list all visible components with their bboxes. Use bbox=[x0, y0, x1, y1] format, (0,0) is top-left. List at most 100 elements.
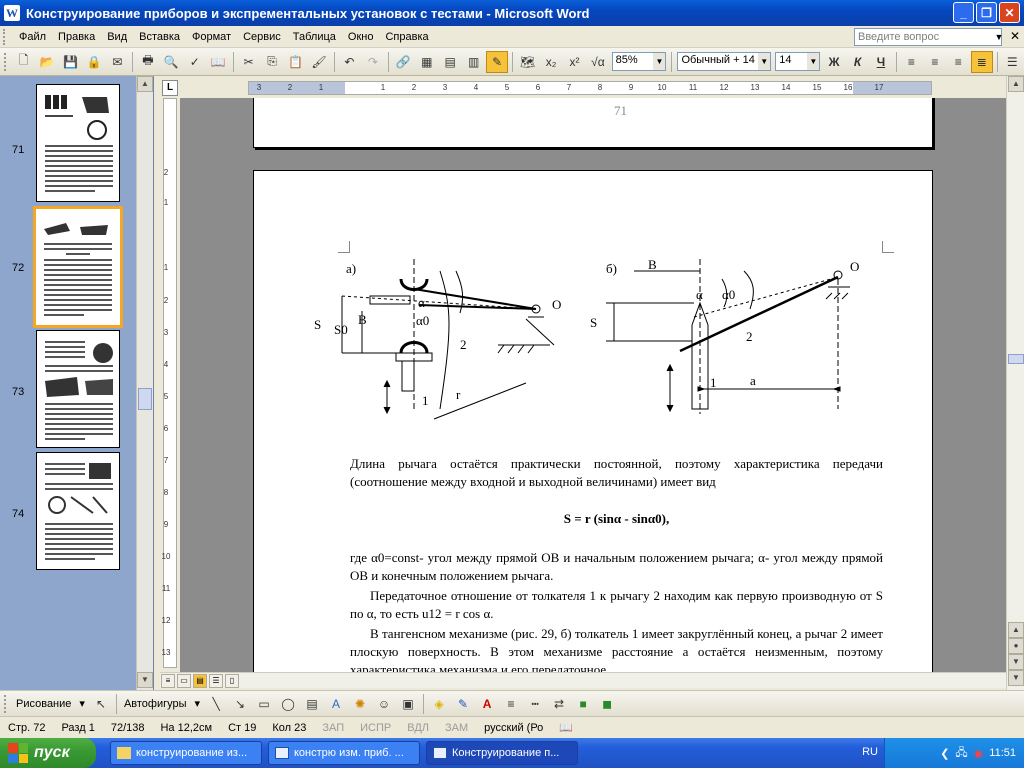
close-button[interactable]: ✕ bbox=[999, 2, 1020, 23]
thumbnail-page[interactable] bbox=[36, 84, 120, 202]
thumbnail-page-selected[interactable] bbox=[33, 206, 123, 328]
normal-view-icon[interactable]: ≡ bbox=[161, 674, 175, 688]
paragraph[interactable]: Длина рычага остаётся практически постоя… bbox=[350, 455, 883, 491]
clipart-icon[interactable]: ☺ bbox=[373, 693, 395, 715]
menu-view[interactable]: Вид bbox=[101, 28, 133, 46]
thumbnail-scrollbar[interactable]: ▲ ▼ bbox=[136, 76, 153, 690]
horizontal-scrollbar[interactable]: ≡ ▭ ▤ ☰ ▯ bbox=[160, 672, 1006, 688]
bullets-icon[interactable]: ☰ bbox=[1001, 51, 1022, 73]
redo-icon[interactable]: ↷ bbox=[362, 51, 383, 73]
scroll-up-icon[interactable]: ▲ bbox=[137, 76, 153, 92]
scroll-down-icon[interactable]: ▼ bbox=[137, 672, 153, 688]
status-overtype[interactable]: ЗАМ bbox=[437, 722, 476, 734]
spelling-icon[interactable]: ✓ bbox=[184, 51, 205, 73]
document-map-icon[interactable]: 🗺 bbox=[517, 51, 538, 73]
print-layout-icon[interactable]: ▤ bbox=[193, 674, 207, 688]
arrow-icon[interactable]: ↘ bbox=[229, 693, 251, 715]
scroll-up-icon[interactable]: ▲ bbox=[1008, 76, 1024, 92]
format-painter-icon[interactable]: 🖌 bbox=[308, 51, 329, 73]
underline-button[interactable]: Ч bbox=[870, 51, 891, 73]
undo-icon[interactable]: ↶ bbox=[339, 51, 360, 73]
superscript-icon[interactable]: x² bbox=[564, 51, 585, 73]
paragraph[interactable]: В тангенсном механизме (рис. 29, б) толк… bbox=[350, 625, 883, 672]
zoom-select[interactable]: 85% ▼ bbox=[611, 52, 667, 71]
align-right-icon[interactable]: ≡ bbox=[948, 51, 969, 73]
antivirus-icon[interactable]: ◉ bbox=[974, 747, 984, 760]
restore-button[interactable]: ❐ bbox=[976, 2, 997, 23]
clock[interactable]: 11:51 bbox=[989, 747, 1016, 759]
ask-dropdown-icon[interactable]: ▼ bbox=[994, 28, 1004, 46]
save-icon[interactable]: 💾 bbox=[60, 51, 81, 73]
menu-table[interactable]: Таблица bbox=[287, 28, 342, 46]
taskbar-item[interactable]: конструирование из... bbox=[110, 741, 262, 765]
reading-view-icon[interactable]: ▯ bbox=[225, 674, 239, 688]
ask-question-input[interactable]: Введите вопрос bbox=[854, 28, 1002, 46]
tab-selector-icon[interactable]: L bbox=[162, 80, 178, 96]
columns-icon[interactable]: ▥ bbox=[463, 51, 484, 73]
tray-arrow-icon[interactable]: ❮ bbox=[940, 747, 949, 760]
menu-edit[interactable]: Правка bbox=[52, 28, 101, 46]
shadow-icon[interactable]: ■ bbox=[572, 693, 594, 715]
rectangle-icon[interactable]: ▭ bbox=[253, 693, 275, 715]
scroll-thumb[interactable] bbox=[1008, 354, 1024, 364]
align-left-icon[interactable]: ≡ bbox=[901, 51, 922, 73]
chevron-down-icon[interactable]: ▾ bbox=[191, 697, 205, 710]
justify-icon[interactable]: ≣ bbox=[971, 50, 993, 73]
paragraph[interactable]: где α0=const- угол между прямой ОВ и нач… bbox=[350, 549, 883, 585]
word-app-icon[interactable]: W bbox=[4, 5, 20, 21]
taskbar-item[interactable]: констрю изм. приб. ... bbox=[268, 741, 420, 765]
chevron-down-icon[interactable]: ▾ bbox=[75, 697, 89, 710]
outline-view-icon[interactable]: ☰ bbox=[209, 674, 223, 688]
style-select[interactable]: Обычный + 14 г ▼ bbox=[677, 52, 772, 71]
line-style-icon[interactable]: ≡ bbox=[500, 693, 522, 715]
paragraph[interactable]: Передаточное отношение от толкателя 1 к … bbox=[350, 587, 883, 623]
minimize-button[interactable]: _ bbox=[953, 2, 974, 23]
equation-icon[interactable]: √α bbox=[587, 51, 608, 73]
email-icon[interactable]: ✉ bbox=[107, 51, 128, 73]
next-page-icon[interactable]: ▼ bbox=[1008, 654, 1024, 670]
scroll-thumb[interactable] bbox=[138, 388, 152, 410]
subscript-icon[interactable]: x₂ bbox=[540, 51, 561, 73]
status-track-changes[interactable]: ИСПР bbox=[352, 722, 399, 734]
textbox-icon[interactable]: ▤ bbox=[301, 693, 323, 715]
print-preview-icon[interactable]: 🔍 bbox=[161, 51, 182, 73]
menu-insert[interactable]: Вставка bbox=[133, 28, 186, 46]
start-button[interactable]: пуск bbox=[0, 738, 96, 768]
thumbnail-page[interactable] bbox=[36, 452, 120, 570]
menu-tools[interactable]: Сервис bbox=[237, 28, 287, 46]
status-record[interactable]: ЗАП bbox=[314, 722, 352, 734]
network-icon[interactable]: 🖧 bbox=[955, 744, 967, 763]
spelling-status-icon[interactable]: 📖 bbox=[551, 721, 581, 734]
arrow-style-icon[interactable]: ⇄ bbox=[548, 693, 570, 715]
hyperlink-icon[interactable]: 🔗 bbox=[393, 51, 414, 73]
toolbar-grip[interactable] bbox=[4, 52, 10, 71]
table-icon[interactable]: ▦ bbox=[416, 51, 437, 73]
picture-icon[interactable]: ▣ bbox=[397, 693, 419, 715]
3d-icon[interactable]: ◼ bbox=[596, 693, 618, 715]
wordart-icon[interactable]: A bbox=[325, 693, 347, 715]
prev-page-icon[interactable]: ▲ bbox=[1008, 622, 1024, 638]
thumbnail-page[interactable] bbox=[36, 330, 120, 448]
menu-help[interactable]: Справка bbox=[379, 28, 434, 46]
menu-grip[interactable] bbox=[3, 28, 11, 45]
vertical-ruler[interactable]: 2 1 1 2 3 4 5 6 7 8 9 10 11 12 13 bbox=[160, 98, 180, 668]
open-icon[interactable]: 📂 bbox=[36, 51, 57, 73]
status-extend[interactable]: ВДЛ bbox=[399, 722, 437, 734]
oval-icon[interactable]: ◯ bbox=[277, 693, 299, 715]
current-page[interactable]: а) б) S S0 B α α0 2 r 1 O B O α α0 S 2 1… bbox=[253, 170, 933, 672]
scroll-down-icon[interactable]: ▼ bbox=[1008, 670, 1024, 686]
browse-object-icon[interactable]: ● bbox=[1008, 638, 1024, 654]
excel-icon[interactable]: ▤ bbox=[439, 51, 460, 73]
cut-icon[interactable]: ✂ bbox=[238, 51, 259, 73]
language-indicator[interactable]: RU bbox=[862, 746, 878, 758]
formula[interactable]: S = r (sinα - sinα0), bbox=[350, 511, 883, 527]
paste-icon[interactable]: 📋 bbox=[285, 51, 306, 73]
line-color-icon[interactable]: ✎ bbox=[452, 693, 474, 715]
permission-icon[interactable]: 🔒 bbox=[83, 51, 104, 73]
italic-button[interactable]: К bbox=[847, 51, 868, 73]
taskbar-item-active[interactable]: Конструирование п... bbox=[426, 741, 578, 765]
status-language[interactable]: русский (Ро bbox=[476, 722, 551, 734]
autoshapes-button[interactable]: Автофигуры bbox=[120, 698, 191, 710]
doc-close-icon[interactable]: ✕ bbox=[1010, 29, 1020, 43]
vertical-scrollbar[interactable]: ▲ ▲ ● ▼ ▼ bbox=[1006, 76, 1024, 690]
